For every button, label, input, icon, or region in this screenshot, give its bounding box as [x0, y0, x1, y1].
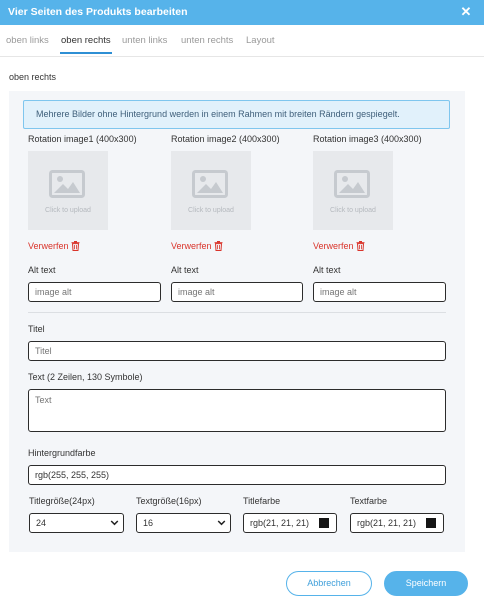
bg-color-swatch[interactable] [427, 472, 438, 483]
image2-alt-label: Alt text [171, 265, 199, 275]
text-textarea[interactable] [28, 389, 446, 432]
discard-label: Verwerfen [28, 241, 69, 251]
info-banner: Mehrere Bilder ohne Hintergrund werden i… [23, 100, 450, 129]
chevron-down-icon [217, 520, 226, 526]
upload-caption: Click to upload [330, 207, 376, 214]
image2-discard-button[interactable]: Verwerfen [171, 241, 223, 251]
image3-upload[interactable]: Click to upload [313, 151, 393, 230]
text-color-label: Textfarbe [350, 496, 388, 506]
image-placeholder-icon [49, 170, 85, 198]
save-button[interactable]: Speichern [384, 571, 468, 596]
title-input[interactable] [28, 341, 446, 361]
bg-color-value: rgb(255, 255, 255) [35, 470, 110, 480]
title-color-swatch[interactable] [319, 518, 329, 528]
tab-bar: oben links oben rechts unten links unten… [0, 25, 484, 57]
text-size-value: 16 [143, 518, 154, 528]
image1-alt-input[interactable] [28, 282, 161, 302]
cancel-button[interactable]: Abbrechen [286, 571, 372, 596]
tab-oben-rechts[interactable]: oben rechts [60, 35, 112, 54]
tab-layout[interactable]: Layout [246, 35, 275, 46]
image1-upload[interactable]: Click to upload [28, 151, 108, 230]
text-color-input[interactable]: rgb(21, 21, 21) [350, 513, 444, 533]
trash-icon [71, 241, 80, 251]
image1-label: Rotation image1 (400x300) [28, 134, 137, 144]
title-label: Titel [28, 324, 45, 334]
close-icon[interactable]: ✕ [460, 5, 472, 19]
text-color-swatch[interactable] [426, 518, 436, 528]
image3-label: Rotation image3 (400x300) [313, 134, 422, 144]
title-color-input[interactable]: rgb(21, 21, 21) [243, 513, 337, 533]
divider [28, 312, 446, 313]
bg-color-label: Hintergrundfarbe [28, 448, 96, 458]
upload-caption: Click to upload [188, 207, 234, 214]
dialog-titlebar: Vier Seiten des Produkts bearbeiten ✕ [0, 0, 484, 25]
title-color-label: Titlefarbe [243, 496, 281, 506]
image3-alt-label: Alt text [313, 265, 341, 275]
trash-icon [214, 241, 223, 251]
discard-label: Verwerfen [313, 241, 354, 251]
image3-alt-input[interactable] [313, 282, 446, 302]
discard-label: Verwerfen [171, 241, 212, 251]
image2-alt-input[interactable] [171, 282, 303, 302]
trash-icon [356, 241, 365, 251]
text-size-label: Textgröße(16px) [136, 496, 202, 506]
tab-unten-rechts[interactable]: unten rechts [181, 35, 233, 46]
title-size-select[interactable]: 24 [29, 513, 124, 533]
image1-discard-button[interactable]: Verwerfen [28, 241, 80, 251]
text-size-select[interactable]: 16 [136, 513, 231, 533]
image-placeholder-icon [192, 170, 228, 198]
image2-label: Rotation image2 (400x300) [171, 134, 280, 144]
bg-color-input[interactable]: rgb(255, 255, 255) [28, 465, 446, 485]
image-placeholder-icon [334, 170, 370, 198]
dialog-title: Vier Seiten des Produkts bearbeiten [8, 6, 188, 18]
text-label: Text (2 Zeilen, 130 Symbole) [28, 372, 143, 382]
title-size-value: 24 [36, 518, 47, 528]
section-title: oben rechts [9, 72, 57, 82]
image2-upload[interactable]: Click to upload [171, 151, 251, 230]
title-color-value: rgb(21, 21, 21) [250, 518, 310, 528]
image1-alt-label: Alt text [28, 265, 56, 275]
tab-unten-links[interactable]: unten links [122, 35, 167, 46]
image3-discard-button[interactable]: Verwerfen [313, 241, 365, 251]
text-color-value: rgb(21, 21, 21) [357, 518, 417, 528]
upload-caption: Click to upload [45, 207, 91, 214]
chevron-down-icon [110, 520, 119, 526]
title-size-label: Titlegröße(24px) [29, 496, 95, 506]
tab-oben-links[interactable]: oben links [6, 35, 49, 46]
